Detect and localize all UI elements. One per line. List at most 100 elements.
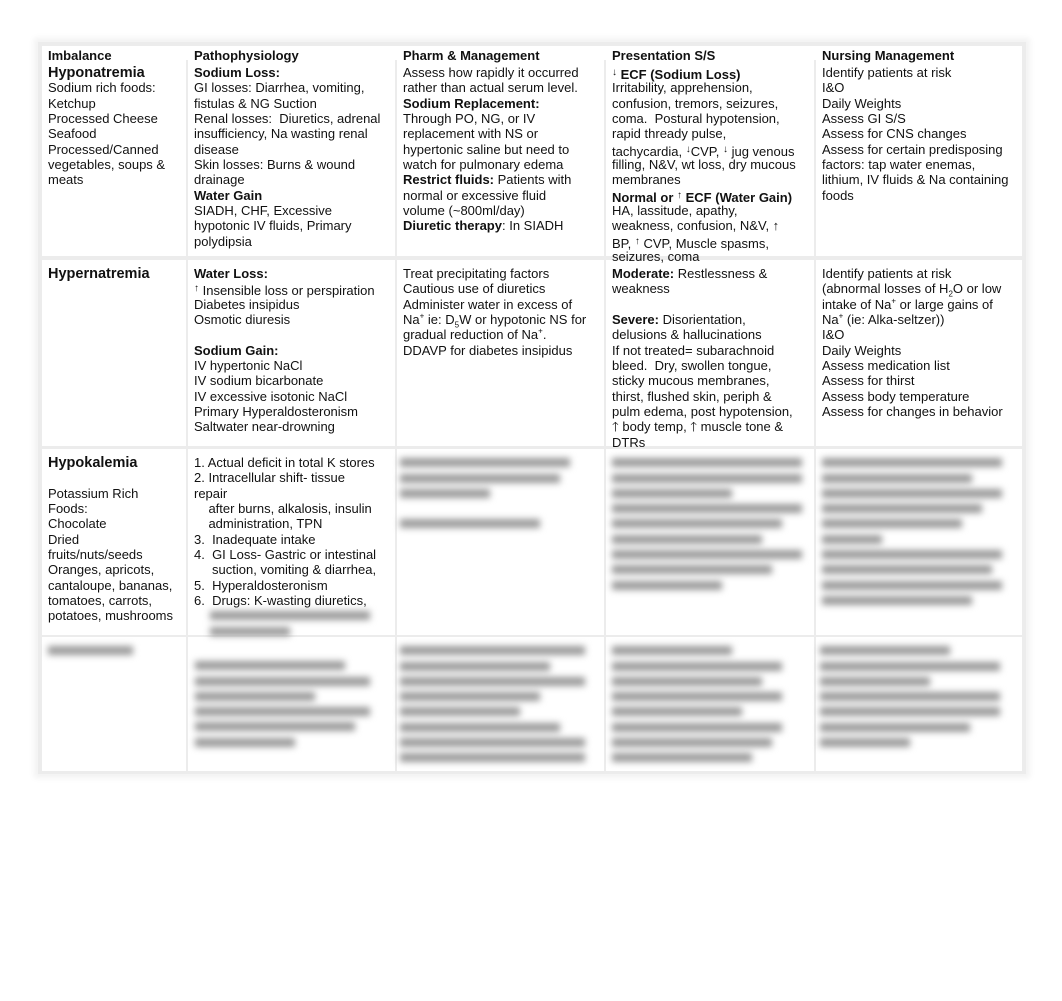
cell-line: pulm edema, post hypotension, [612, 404, 793, 420]
table-cell-nursing-management: Identify patients at risk (abnormal losse… [822, 266, 1003, 419]
cell-line: after burns, alkalosis, insulin [194, 501, 372, 517]
cell-line: Identify patients at risk [822, 266, 952, 281]
table-cell-imbalance: Hypernatremia [48, 266, 150, 281]
cell-line: bleed. Dry, swollen tongue, [612, 358, 772, 374]
cell-line: Severe: Disorientation, [612, 312, 793, 327]
text-segment: W or hypotonic NS for [459, 312, 587, 328]
cell-line: DTRs [612, 434, 646, 450]
cell-line: Irritability, apprehension, [612, 80, 753, 96]
table-cell-bg [42, 260, 186, 446]
cell-line: Saltwater near-drowning [194, 419, 335, 435]
cell-line: Sodium Loss: [194, 65, 380, 80]
cell-line: IV excessive isotonic NaCl [194, 388, 348, 404]
text-segment: Sodium Replacement: [403, 95, 540, 111]
cell-line: IV hypertonic NaCl [194, 358, 303, 374]
text-segment: (ie: Alka-seltzer)) [843, 312, 945, 328]
cell-line: Daily Weights [822, 95, 902, 111]
cell-line: Potassium Rich [48, 485, 139, 501]
cell-line: Dried [48, 531, 80, 547]
cell-line: watch for pulmonary edema [403, 157, 564, 173]
cell-line: Diabetes insipidus [194, 296, 300, 312]
cell-line: Seafood [48, 126, 97, 142]
cell-line: BP, ↑ CVP, Muscle spasms, [612, 234, 796, 251]
cell-line: Chocolate [48, 516, 107, 532]
text-segment: Moderate: [612, 266, 675, 281]
cell-line: GI losses: Diarrhea, vomiting, [194, 80, 365, 96]
cell-line: drainage [194, 172, 245, 188]
cell-line: 1. Actual deficit in total K stores [194, 455, 375, 470]
column-header-nursing-management: Nursing Management [822, 48, 955, 63]
cell-line: Primary Hyperaldosteronism [194, 404, 358, 420]
text-segment: Hypernatremia [48, 266, 150, 282]
table-cell-imbalance: Hyponatremia Sodium rich foods: Ketchup Pro… [48, 65, 165, 188]
cell-line [194, 327, 375, 342]
cell-line: Hypokalemia [48, 455, 173, 470]
cell-line: fistulas & NG Suction [194, 95, 317, 111]
cell-line: If not treated= subarachnoid [612, 342, 775, 358]
cell-line: Treat precipitating factors [403, 266, 550, 281]
cell-line: weakness, confusion, N&V, ↑ [612, 218, 780, 234]
cell-line: tachycardia, ↓CVP, ↓ jug venous [612, 142, 796, 159]
blurred-content [195, 655, 370, 753]
cell-line: confusion, tremors, seizures, [612, 95, 779, 111]
cell-line: Sodium Replacement: [403, 96, 579, 111]
cell-line: meats [48, 172, 84, 188]
text-segment: or large gains of [896, 296, 993, 312]
cell-line: gradual reduction of Na+. [403, 327, 586, 342]
cell-line: SIADH, CHF, Excessive [194, 203, 332, 219]
cell-line: Processed Cheese [48, 111, 158, 127]
text-segment: gradual reduction of Na [403, 327, 539, 343]
blurred-content [612, 640, 782, 769]
text-segment: Diuretic therapy [403, 218, 502, 234]
cell-line: coma. Postural hypotension, [612, 111, 780, 127]
table-cell-pharm-management: Assess how rapidly it occurred rather tha… [403, 65, 579, 234]
text-segment: O or low [952, 281, 1002, 297]
cell-line: sticky mucous membranes, [612, 373, 770, 389]
blurred-content [400, 452, 570, 535]
text-segment: . [542, 327, 547, 343]
column-header-pharm-management: Pharm & Management [403, 48, 540, 63]
cell-line: replacement with NS or [403, 126, 539, 142]
cell-line: 3. Inadequate intake [194, 531, 316, 547]
table-cell-presentation: ↓ ECF (Sodium Loss) Irritability, apprehe… [612, 65, 796, 264]
text-segment: Disorientation, [658, 312, 746, 328]
text-segment: Na [403, 312, 420, 328]
cell-line: cantaloupe, bananas, [48, 577, 173, 593]
cell-line: insufficiency, Na wasting renal [194, 126, 368, 142]
text-segment: Water Gain [194, 187, 263, 203]
cell-line: suction, vomiting & diarrhea, [194, 562, 377, 578]
cell-line: vegetables, soups & [48, 157, 166, 173]
cell-line: Assess for CNS changes [822, 126, 967, 142]
cell-line: Normal or ↑ ECF (Water Gain) [612, 188, 796, 205]
cell-line: administration, TPN [194, 516, 323, 532]
table-cell-pathophysiology: 1. Actual deficit in total K stores 2. In… [194, 455, 376, 608]
cell-line: Oranges, apricots, [48, 562, 155, 578]
table-cell-imbalance: Hypokalemia Potassium Rich Foods: Chocolate… [48, 455, 173, 624]
cell-line: disease [194, 141, 239, 157]
cell-line: Administer water in excess of [403, 296, 573, 312]
cell-line: Foods: [48, 501, 88, 517]
text-segment: ie: D [424, 312, 455, 328]
cell-line: 🡑 body temp, 🡑 muscle tone & [612, 419, 784, 435]
column-header-pathophysiology: Pathophysiology [194, 48, 299, 63]
cell-line: ↑ Insensible loss or perspiration [194, 281, 375, 298]
cell-line: membranes [612, 172, 681, 188]
cell-line: Water Loss: [194, 266, 375, 281]
cell-line: DDAVP for diabetes insipidus [403, 342, 573, 358]
cell-line: Restrict fluids: Patients with [403, 172, 579, 187]
text-segment: Hyponatremia [48, 65, 145, 81]
cell-line: foods [822, 187, 854, 203]
blurred-content [400, 640, 585, 769]
cell-line: lithium, IV fluids & Na containing [822, 172, 1009, 188]
text-segment: Hypokalemia [48, 455, 138, 471]
blurred-content [48, 640, 133, 662]
cell-line: Assess body temperature [822, 388, 970, 404]
cell-line [612, 297, 793, 312]
cell-line: hypertonic saline but need to [403, 141, 570, 157]
cell-line: volume (~800ml/day) [403, 203, 525, 219]
blurred-content [210, 605, 370, 642]
blurred-content [822, 452, 1002, 611]
cell-line: 2. Intracellular shift- tissue [194, 470, 346, 486]
cell-line: Cautious use of diuretics [403, 281, 546, 297]
cell-line: 5. Hyperaldosteronism [194, 577, 328, 593]
